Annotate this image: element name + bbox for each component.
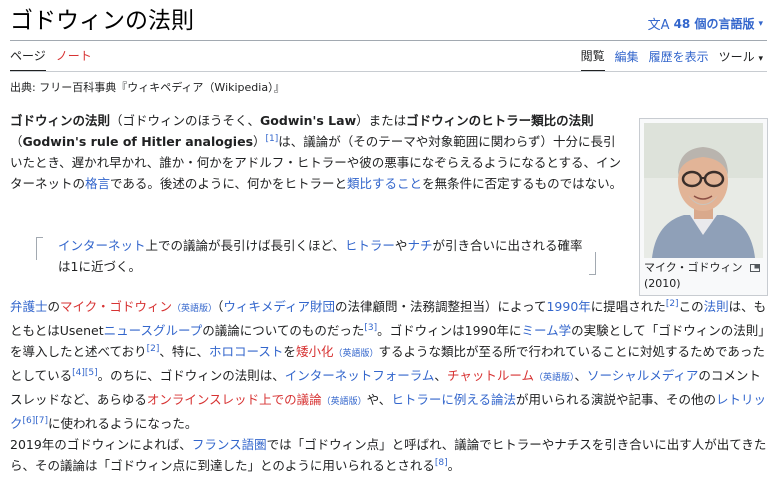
link-wmf[interactable]: ウィキメディア財団 [223,299,335,314]
quote-text: インターネット上での議論が長引けば長引くほど、ヒトラーやナチが引き合いに出される… [58,235,588,277]
link-meme[interactable]: ミーム学 [521,323,571,338]
text: を無条件に否定するものではない。 [422,176,623,191]
view-tabs: 閲覧 編集 履歴を表示 ツール ▾ [580,47,763,72]
title-divider [10,40,767,41]
link-holocaust[interactable]: ホロコースト [209,344,283,359]
portrait-image[interactable] [644,123,763,258]
text: の [47,299,61,314]
text: 。のちに、ゴドウィンの法則は、 [97,368,285,383]
source-note: 出典: フリー百科事典『ウィキペディア（Wikipedia）』 [10,81,285,94]
tools-menu[interactable]: ツール ▾ [719,48,763,71]
text: に使われるようになった。 [48,416,198,431]
text: である。後述のように、何かをヒトラーと [110,176,348,191]
term-bold: Godwin's Law [260,113,357,128]
link-kakugen[interactable]: 格言 [85,176,110,191]
page-title: ゴドウィンの法則 [10,8,194,34]
tools-label: ツール [718,50,755,64]
english-version-link[interactable]: （英語版） [322,397,367,407]
body-paragraph: 2019年のゴドウィンによれば、フランス語圏では「ゴドウィン点」と呼ばれ、議論で… [10,434,768,476]
quote-bracket-open [36,237,43,260]
link-chatroom[interactable]: チャットルーム [447,368,534,383]
text: 、 [574,368,587,383]
link-hitler[interactable]: ヒトラー [345,238,395,253]
text: （ [10,134,23,149]
english-version-link[interactable]: （英語版） [333,349,378,359]
text: ） [253,134,266,149]
portrait-illustration [644,123,763,258]
link-internet[interactable]: インターネット [58,238,146,253]
lead-paragraph: ゴドウィンの法則（ゴドウィンのほうそく、Godwin's Law）またはゴドウィ… [10,110,626,194]
tab-read[interactable]: 閲覧 [580,47,605,72]
text: 、特に、 [159,344,210,359]
caption-line2: (2010) [644,277,681,290]
translate-icon: 文A [647,18,670,33]
tab-page[interactable]: ページ [10,47,46,72]
text: 。ゴドウィンは1990年に [377,323,522,338]
link-francophone[interactable]: フランス語圏 [192,437,267,452]
link-online-debate[interactable]: オンラインスレッド上での議論 [147,392,322,407]
reference-link[interactable]: [1] [266,134,279,144]
text: 。 [447,458,461,473]
link-hitler-argument[interactable]: ヒトラーに例える論法 [391,392,516,407]
text: や [394,238,408,253]
term-bold: ゴドウィンの法則 [10,113,111,128]
link-trivialization[interactable]: 矮小化 [296,344,334,359]
caption-line1: マイク・ゴドウィン [644,261,743,274]
link-forum[interactable]: インターネットフォーラム [285,368,435,383]
text: や、 [366,392,392,407]
blockquote: インターネット上での議論が長引けば長引くほど、ヒトラーやナチが引き合いに出される… [36,235,596,279]
tab-edit[interactable]: 編集 [615,48,639,71]
text: ）または [356,113,407,128]
term-bold: Godwin's rule of Hitler analogies [22,134,254,149]
link-1990[interactable]: 1990年 [546,299,590,314]
reference-link[interactable]: [3] [364,323,377,333]
namespace-tabs: ページ ノート [10,47,92,72]
language-count: 48 個の言語版 [673,17,755,31]
link-ruihi[interactable]: 類比すること [347,176,422,191]
tab-talk[interactable]: ノート [56,47,92,72]
chevron-down-icon: ▾ [758,18,763,29]
link-mike-godwin[interactable]: マイク・ゴドウィン [60,299,172,314]
link-newsgroup[interactable]: ニュースグループ [104,323,203,338]
text: 、 [434,368,447,383]
quote-bracket-close [589,252,596,275]
tabs-divider [10,71,767,72]
tab-history[interactable]: 履歴を表示 [649,48,709,71]
english-version-link[interactable]: （英語版） [172,304,217,314]
text: この [678,299,704,314]
reference-link[interactable]: [8] [435,458,448,468]
reference-link[interactable]: [2] [666,299,679,309]
reference-link[interactable]: [4][5] [72,368,98,378]
enlarge-icon[interactable] [750,264,760,272]
language-selector[interactable]: 文A 48 個の言語版 ▾ [648,14,763,33]
text: 2019年のゴドウィンによれば、 [10,437,192,452]
link-social-media[interactable]: ソーシャルメディア [587,368,698,383]
text: に提唱された [590,299,666,314]
link-lawyer[interactable]: 弁護士 [10,299,48,314]
link-nazi[interactable]: ナチ [407,238,432,253]
text: の議論についてのものだった [202,323,365,338]
text: （ゴドウィンのほうそく、 [110,113,261,128]
term-bold: ゴドウィンのヒトラー類比の法則 [406,113,594,128]
link-law[interactable]: 法則 [704,299,729,314]
reference-link[interactable]: [6][7] [23,416,49,426]
text: 上での議論が長引けば長引くほど、 [145,238,345,253]
text: を [283,344,296,359]
reference-link[interactable]: [2] [147,344,160,354]
text: が用いられる演説や記事、その他の [515,392,716,407]
english-version-link[interactable]: （英語版） [534,373,575,383]
chevron-down-icon: ▾ [758,54,763,64]
body-paragraph: 弁護士のマイク・ゴドウィン（英語版）（ウィキメディア財団の法律顧問・法務調整担当… [10,296,768,434]
infobox-caption: マイク・ゴドウィン (2010) [644,260,743,292]
text: の法律顧問・法務調整担当）によって [334,299,547,314]
infobox: マイク・ゴドウィン (2010) [639,118,768,296]
